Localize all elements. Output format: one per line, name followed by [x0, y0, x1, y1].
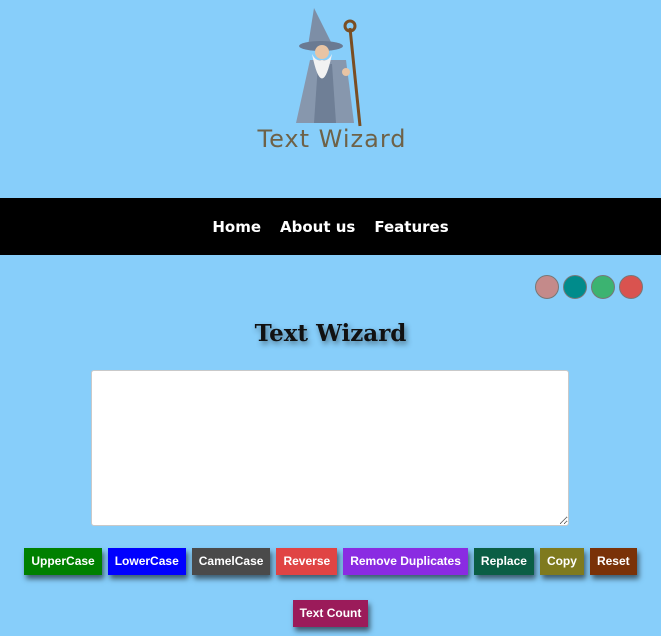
secondary-buttons: Text Count — [0, 600, 661, 627]
text-input[interactable] — [91, 370, 569, 526]
nav-link-features[interactable]: Features — [374, 218, 448, 236]
theme-dot-green[interactable] — [591, 275, 615, 299]
page-title: Text Wizard — [254, 320, 407, 347]
theme-dot-red[interactable] — [619, 275, 643, 299]
uppercase-button[interactable]: UpperCase — [24, 548, 102, 575]
text-count-button[interactable]: Text Count — [292, 600, 369, 627]
theme-dot-rosy[interactable] — [535, 275, 559, 299]
navbar: Home About us Features — [0, 198, 661, 255]
logo-text: Text Wizard — [257, 125, 407, 153]
nav-link-about-us[interactable]: About us — [280, 218, 355, 236]
reverse-button[interactable]: Reverse — [276, 548, 338, 575]
logo: Text Wizard — [0, 0, 661, 198]
copy-button[interactable]: Copy — [539, 548, 584, 575]
camelcase-button[interactable]: CamelCase — [191, 548, 271, 575]
replace-button[interactable]: Replace — [473, 548, 534, 575]
reset-button[interactable]: Reset — [589, 548, 637, 575]
action-buttons: UpperCase LowerCase CamelCase Reverse Re… — [0, 548, 661, 575]
theme-selector — [535, 275, 643, 299]
theme-dot-teal[interactable] — [563, 275, 587, 299]
nav-link-home[interactable]: Home — [212, 218, 261, 236]
lowercase-button[interactable]: LowerCase — [107, 548, 186, 575]
remove-duplicates-button[interactable]: Remove Duplicates — [343, 548, 468, 575]
wizard-icon — [296, 8, 362, 127]
